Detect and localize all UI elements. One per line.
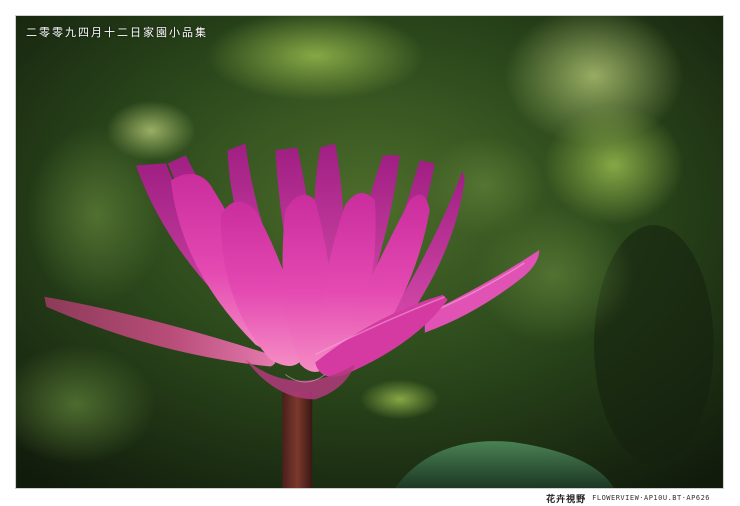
footer-credit-text: FLOWERVIEW·AP10U.BT·AP626 <box>592 494 710 502</box>
footer-brand: 花卉視野 <box>546 494 587 505</box>
photo-caption: 二零零九四月十二日家園小品集 <box>26 26 208 39</box>
photo-frame: 二零零九四月十二日家園小品集 <box>15 15 724 489</box>
footer-credit: 花卉視野 FLOWERVIEW·AP10U.BT·AP626 <box>546 491 710 505</box>
lotus-photo <box>16 16 723 488</box>
